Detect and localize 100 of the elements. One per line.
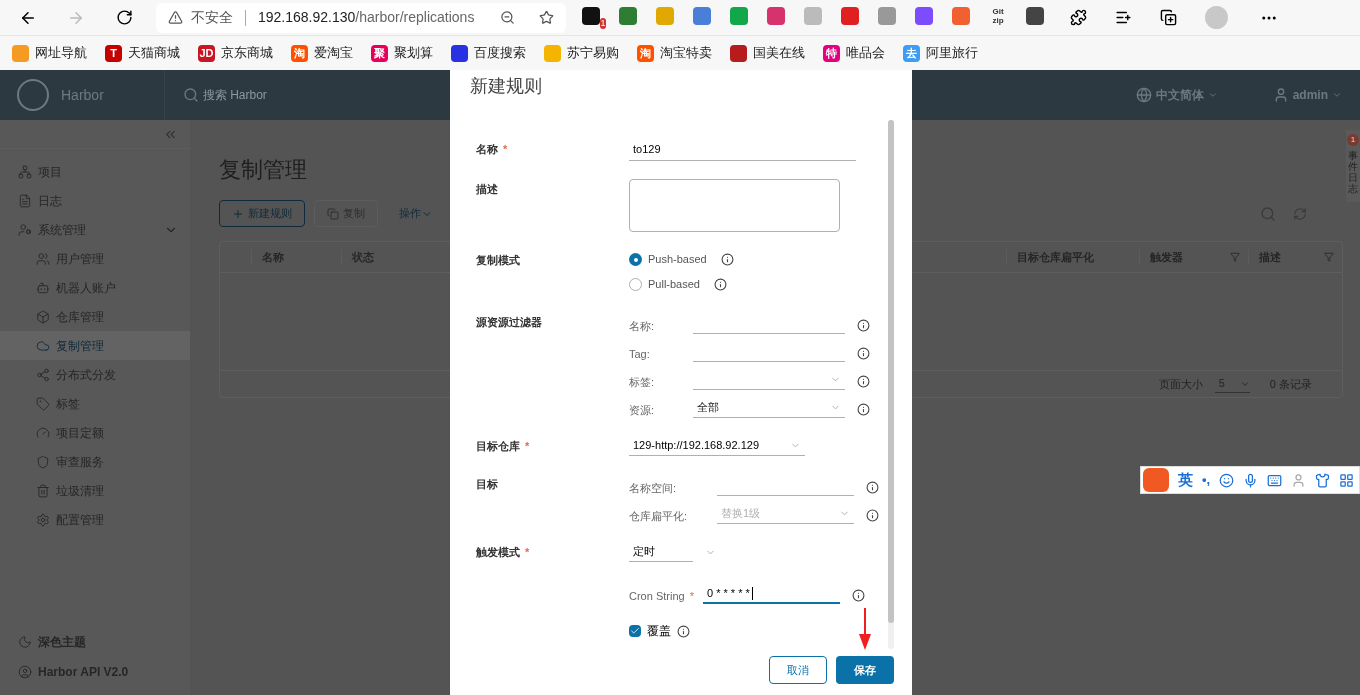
favorites-icon[interactable] [1115,9,1132,26]
cron-field[interactable]: 0 * * * * * [703,584,840,604]
gauge-icon [36,425,50,440]
info-icon[interactable] [857,403,870,416]
chevron-icon [1332,90,1342,100]
bookmark-link[interactable]: T 天猫商城 [105,43,180,63]
collections-icon[interactable] [1160,9,1177,26]
security-label: 不安全 [191,8,233,27]
share-icon [36,367,50,382]
save-button[interactable]: 保存 [836,656,894,684]
field-label: 名称: [629,318,656,334]
name-field[interactable]: to129 [629,139,856,161]
select-field[interactable]: 全部 [693,398,845,418]
actions-menu[interactable]: 操作 [399,205,433,222]
notification-badge: 1 [1347,134,1359,146]
plus-icon [232,207,244,220]
language-menu[interactable]: 中文简体 [1135,86,1218,104]
grid-icon[interactable] [1339,472,1355,488]
ime-logo-icon [1143,468,1169,492]
form-label: 源资源过滤器 [476,315,542,330]
bookmark-link[interactable]: JD 京东商城 [198,43,273,63]
info-icon[interactable] [866,481,879,494]
info-icon[interactable] [852,589,865,602]
extension-icon[interactable]: Git zip [989,6,1007,25]
bookmark-icon: 聚 [371,44,388,62]
bookmark-icon: JD [198,44,215,62]
address-bar[interactable]: 不安全 192.168.92.130/harbor/replications [156,2,566,33]
field-label: 仓库扁平化: [629,508,689,524]
info-icon[interactable] [857,375,870,388]
arrow-drawing [857,608,873,650]
robot-icon [36,280,50,295]
trigger-select[interactable]: 定时 [629,542,693,562]
users-icon [36,251,50,266]
favorite-icon[interactable] [539,10,554,25]
moon-icon [18,635,32,649]
globe-icon [1135,87,1152,103]
form-label: 描述 [476,182,498,197]
field-label: 标签: [629,374,656,390]
bookmark-link[interactable]: 国美在线 [730,43,805,63]
emoji-icon[interactable] [1219,472,1235,488]
user-menu[interactable]: admin [1272,86,1342,104]
url-text: 192.168.92.130/harbor/replications [258,8,475,27]
new-rule-button[interactable]: 新建规则 [219,200,305,227]
radio-label: Pull-based [648,277,700,293]
shirt-icon[interactable] [1315,472,1331,488]
field-label: Cron String * [629,588,695,604]
keyboard-icon[interactable] [1267,472,1283,488]
chevron-icon [1207,90,1218,100]
bookmark-link[interactable]: 聚 聚划算 [371,43,433,63]
field-label: 名称空间: [629,480,678,496]
reload-icon [115,9,133,26]
bookmark-link[interactable]: 网址导航 [12,43,87,63]
warning-icon [168,10,183,25]
registry-select[interactable]: 129-http://192.168.92.129 [629,436,805,456]
bookmark-icon: 淘 [291,44,308,62]
microphone-icon[interactable] [1243,472,1259,488]
checkbox[interactable] [629,625,641,637]
bookmark-link[interactable]: 特 唯品会 [823,43,885,63]
search-icon [182,87,199,103]
description-field[interactable] [629,179,840,232]
bookmark-link[interactable]: 淘 爱淘宝 [291,43,353,63]
bookmark-icon: T [105,44,122,62]
text-cursor [751,586,753,600]
cancel-button[interactable]: 取消 [769,656,827,684]
punctuation-toggle[interactable]: •, [1202,470,1211,490]
info-icon[interactable] [857,347,870,360]
trash-icon [36,483,50,498]
settings-icon [36,512,50,527]
bookmark-link[interactable]: 百度搜索 [451,43,526,63]
info-icon[interactable] [677,624,690,638]
shield-icon [36,454,50,469]
field-label: Tag: [629,346,651,362]
logo-icon [17,79,49,111]
form-label: 目标仓库 * [476,439,530,454]
form-label: 复制模式 [476,253,520,268]
checkbox-label: 覆盖 [647,623,671,640]
info-icon[interactable] [720,253,734,266]
ime-mode: 英 [1178,469,1193,490]
bookmark-icon: 去 [903,44,920,62]
copy-icon [327,207,339,220]
extension-icon[interactable] [582,6,600,25]
box-icon [36,309,50,324]
info-icon[interactable] [866,509,879,522]
check-icon [630,626,640,636]
bookmark-icon: 特 [823,44,840,62]
search-field[interactable]: 搜索 Harbor [202,86,267,104]
user-gear-icon [18,222,32,237]
info-icon[interactable] [714,278,727,291]
extensions-icon[interactable] [1070,9,1087,26]
nav-item[interactable]: 复制管理 [0,331,190,360]
zoom-icon[interactable] [500,10,515,25]
info-icon[interactable] [857,319,870,332]
bookmark-link[interactable]: 苏宁易购 [544,43,619,63]
dialog-title: 新建规则 [469,75,543,98]
bookmark-link[interactable]: 去 阿里旅行 [903,43,978,63]
radio-button[interactable] [629,253,642,266]
bookmark-link[interactable]: 淘 淘宝特卖 [637,43,712,63]
bookmark-icon: 淘 [637,44,654,62]
extension-icon[interactable] [1026,6,1044,25]
cloud-icon [36,338,50,353]
